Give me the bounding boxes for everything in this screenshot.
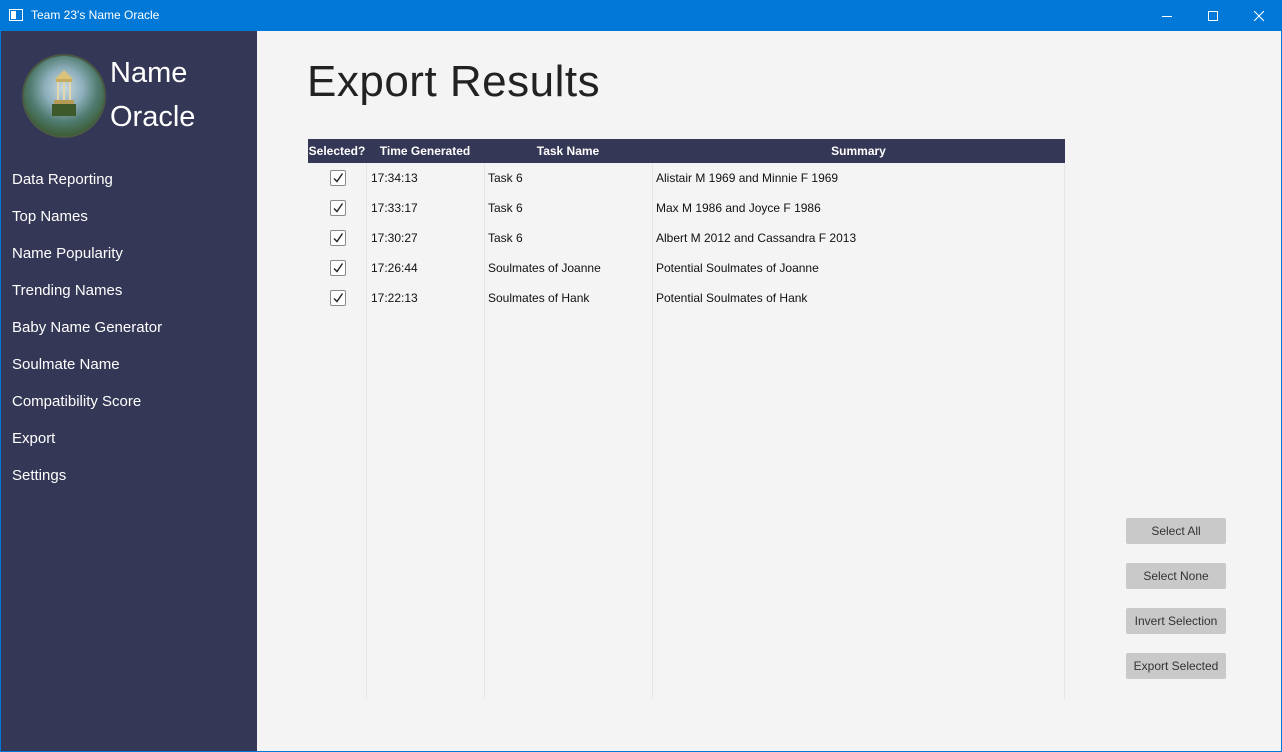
summary-cell: Albert M 2012 and Cassandra F 2013 (656, 231, 857, 245)
row-checkbox[interactable] (330, 200, 346, 216)
invert-selection-button[interactable]: Invert Selection (1126, 608, 1226, 634)
checkmark-icon (333, 203, 344, 213)
checkmark-icon (333, 263, 344, 273)
row-checkbox[interactable] (330, 230, 346, 246)
select-none-button[interactable]: Select None (1126, 563, 1226, 589)
select-all-button[interactable]: Select All (1126, 518, 1226, 544)
column-header-time[interactable]: Time Generated (366, 139, 484, 163)
sidebar: Name Oracle Data Reporting Top Names Nam… (1, 31, 257, 751)
table-row[interactable]: 17:30:27 Task 6 Albert M 2012 and Cassan… (308, 223, 1065, 253)
checkmark-icon (333, 293, 344, 303)
time-cell: 17:30:27 (371, 231, 418, 245)
sidebar-item-settings[interactable]: Settings (12, 466, 66, 486)
summary-cell: Potential Soulmates of Hank (656, 291, 808, 305)
task-cell: Task 6 (488, 231, 523, 245)
sidebar-item-export[interactable]: Export (12, 429, 55, 449)
column-header-selected[interactable]: Selected? (308, 139, 366, 163)
sidebar-item-trending-names[interactable]: Trending Names (12, 281, 122, 301)
sidebar-item-name-popularity[interactable]: Name Popularity (12, 244, 123, 264)
column-header-task[interactable]: Task Name (484, 139, 652, 163)
time-cell: 17:34:13 (371, 171, 418, 185)
window-title: Team 23's Name Oracle (31, 8, 160, 22)
temple-icon (52, 70, 76, 116)
app-window-icon (9, 9, 23, 21)
brand-title-line1: Name (110, 57, 188, 89)
time-cell: 17:26:44 (371, 261, 418, 275)
time-cell: 17:33:17 (371, 201, 418, 215)
row-checkbox[interactable] (330, 170, 346, 186)
table-row[interactable]: 17:26:44 Soulmates of Joanne Potential S… (308, 253, 1065, 283)
close-button[interactable] (1236, 0, 1282, 31)
maximize-button[interactable] (1190, 0, 1236, 31)
checkmark-icon (333, 233, 344, 243)
minimize-icon (1162, 15, 1172, 17)
table-header: Selected? Time Generated Task Name Summa… (308, 139, 1065, 163)
sidebar-item-top-names[interactable]: Top Names (12, 207, 88, 227)
minimize-button[interactable] (1144, 0, 1190, 31)
task-cell: Soulmates of Joanne (488, 261, 601, 275)
title-bar: Team 23's Name Oracle (0, 0, 1282, 31)
task-cell: Task 6 (488, 171, 523, 185)
summary-cell: Potential Soulmates of Joanne (656, 261, 819, 275)
column-header-summary[interactable]: Summary (652, 139, 1065, 163)
results-table: Selected? Time Generated Task Name Summa… (308, 139, 1065, 699)
table-row[interactable]: 17:22:13 Soulmates of Hank Potential Sou… (308, 283, 1065, 313)
time-cell: 17:22:13 (371, 291, 418, 305)
summary-cell: Max M 1986 and Joyce F 1986 (656, 201, 821, 215)
summary-cell: Alistair M 1969 and Minnie F 1969 (656, 171, 839, 185)
task-cell: Task 6 (488, 201, 523, 215)
oracle-temple-logo (22, 54, 106, 138)
brand-title-line2: Oracle (110, 101, 196, 133)
row-checkbox[interactable] (330, 260, 346, 276)
table-row[interactable]: 17:34:13 Task 6 Alistair M 1969 and Minn… (308, 163, 1065, 193)
table-row[interactable]: 17:33:17 Task 6 Max M 1986 and Joyce F 1… (308, 193, 1065, 223)
page-title: Export Results (307, 57, 601, 106)
sidebar-item-data-reporting[interactable]: Data Reporting (12, 170, 113, 190)
checkmark-icon (333, 173, 344, 183)
row-checkbox[interactable] (330, 290, 346, 306)
export-selected-button[interactable]: Export Selected (1126, 653, 1226, 679)
app-frame: Name Oracle Data Reporting Top Names Nam… (1, 31, 1281, 751)
sidebar-item-compatibility-score[interactable]: Compatibility Score (12, 392, 141, 412)
sidebar-item-soulmate-name[interactable]: Soulmate Name (12, 355, 120, 375)
task-cell: Soulmates of Hank (488, 291, 590, 305)
sidebar-item-baby-name-generator[interactable]: Baby Name Generator (12, 318, 162, 338)
maximize-icon (1208, 10, 1218, 21)
close-icon (1254, 10, 1264, 21)
